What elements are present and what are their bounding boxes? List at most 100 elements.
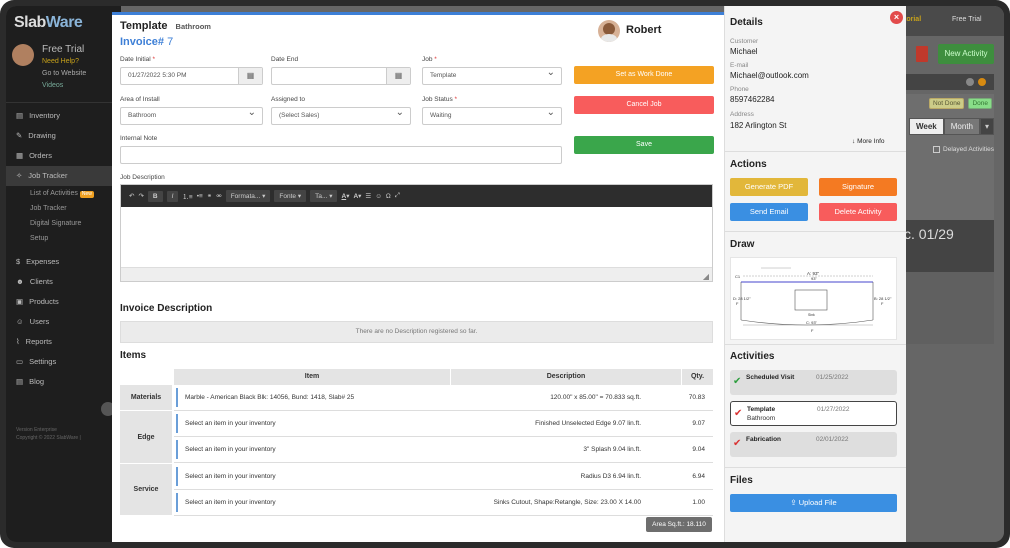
sidebar-item-expenses[interactable]: $ Expenses	[6, 252, 121, 272]
bullet-list-icon[interactable]: •≡	[197, 193, 203, 200]
date-end-input[interactable]: ▦	[271, 67, 411, 85]
actions-title: Actions	[730, 159, 767, 170]
send-email-button[interactable]: Send Email	[730, 203, 808, 221]
sidebar-subitem-activities[interactable]: List of Activities New	[6, 186, 121, 201]
sidebar-item-products[interactable]: ▣ Products	[6, 292, 121, 312]
activity-item-selected[interactable]: ✔ Template Bathroom 01/27/2022	[730, 401, 897, 426]
calendar-icon[interactable]: ▦	[238, 68, 262, 84]
bg-color-icon[interactable]: A▾	[353, 192, 361, 200]
sidebar-item-reports[interactable]: ⌇ Reports	[6, 332, 121, 352]
sidebar-item-orders[interactable]: ▦ Orders	[6, 146, 121, 166]
calendar-icon[interactable]: ▦	[386, 68, 410, 84]
editor-area[interactable]	[121, 207, 712, 267]
videos-link[interactable]: Videos	[42, 82, 63, 89]
delayed-activities-checkbox[interactable]: Delayed Activities	[933, 146, 994, 153]
invoice-description-empty: There are no Description registered so f…	[120, 321, 713, 343]
reports-icon: ⌇	[16, 337, 20, 346]
table-row[interactable]: Marble - American Black Blk: 14056, Bund…	[174, 385, 713, 411]
sidebar-item-clients[interactable]: ☻ Clients	[6, 272, 121, 292]
draw-label-sink: Sink	[808, 313, 815, 317]
draw-label-f1: F	[736, 301, 739, 306]
job-select[interactable]: Template	[422, 65, 562, 85]
editor-toolbar: ↶ ↷ B I ⒈≡ •≡ ⚭ ⚮ Formata... ▾ Fonte ▾ T…	[121, 185, 712, 207]
sidebar-item-drawing[interactable]: ✎ Drawing	[6, 126, 121, 146]
table-row[interactable]: Select an item in your inventory Sinks Cu…	[174, 490, 713, 516]
col-description: Description	[451, 369, 681, 385]
sidebar-item-settings[interactable]: ▭ Settings	[6, 352, 121, 372]
area-select[interactable]: Bathroom	[120, 105, 263, 125]
italic-icon[interactable]: I	[166, 190, 179, 202]
fullscreen-icon[interactable]: ⤢	[395, 192, 400, 200]
upload-file-button[interactable]: ⇪ Upload File	[730, 494, 897, 512]
activity-item[interactable]: ✔ Scheduled Visit 01/25/2022	[730, 370, 897, 395]
sidebar-item-users[interactable]: ☺ Users	[6, 312, 121, 332]
sidebar-item-blog[interactable]: ▤ Blog	[6, 372, 121, 392]
customer-value: Michael	[730, 47, 758, 56]
unlink-icon[interactable]: ⚮	[216, 192, 221, 200]
emoji-icon[interactable]: ☺	[375, 193, 382, 200]
phone-value: 8597462284	[730, 95, 775, 104]
user-panel: Free Trial Need Help? Go to Website Vide…	[10, 40, 120, 98]
top-user-name[interactable]: Free Trial	[952, 16, 982, 23]
table-row[interactable]: Select an item in your inventory Finished…	[174, 411, 713, 437]
go-to-website-link[interactable]: Go to Website	[42, 70, 86, 77]
horizontal-rule-icon[interactable]: ☰	[365, 192, 371, 200]
invoice-number[interactable]: Invoice# 7	[120, 36, 173, 48]
done-filter[interactable]: Done	[968, 98, 992, 109]
cancel-job-button[interactable]: Cancel Job	[574, 96, 714, 114]
status-select[interactable]: Waiting	[422, 105, 562, 125]
sidebar-subitem-digital-signature[interactable]: Digital Signature	[6, 216, 121, 231]
modal-title: Template Bathroom	[120, 20, 211, 32]
view-dropdown[interactable]: ▾	[979, 118, 994, 135]
font-dropdown[interactable]: Fonte ▾	[274, 190, 307, 202]
text-color-icon[interactable]: A▾	[341, 192, 349, 200]
close-icon[interactable]: ×	[890, 11, 903, 24]
draw-label-c1: C1	[735, 274, 741, 279]
assigned-select[interactable]: (Select Sales)	[271, 105, 411, 125]
size-dropdown[interactable]: Ta... ▾	[310, 190, 338, 202]
sidebar-subitem-job-tracker[interactable]: Job Tracker	[6, 201, 121, 216]
new-activity-button[interactable]: New Activity	[938, 44, 994, 64]
resize-handle-icon[interactable]: ◢	[703, 272, 709, 281]
drawing-preview[interactable]: A: 93" 93" C1 D: 28 1/2" F B: 28 1/2" F …	[730, 257, 897, 340]
status-filters: Not Done Done	[928, 98, 992, 109]
week-view-button[interactable]: Week	[908, 118, 944, 135]
delete-activity-button[interactable]: Delete Activity	[819, 203, 897, 221]
calendar-view-toggle: Week Month ▾	[908, 118, 994, 135]
internal-note-input[interactable]	[120, 146, 562, 164]
save-button[interactable]: Save	[574, 136, 714, 154]
more-info-link[interactable]: ↓ More Info	[852, 138, 885, 145]
link-icon[interactable]: ⚭	[207, 192, 212, 200]
sidebar-subitem-setup[interactable]: Setup	[6, 231, 121, 246]
signature-button[interactable]: Signature	[819, 178, 897, 196]
set-work-done-button[interactable]: Set as Work Done	[574, 66, 714, 84]
numbered-list-icon[interactable]: ⒈≡	[182, 191, 192, 201]
date-initial-input[interactable]: 01/27/2022 5:30 PM ▦	[120, 67, 263, 85]
table-row[interactable]: Select an item in your inventory Radius D…	[174, 464, 713, 490]
details-title: Details	[730, 17, 763, 28]
pdf-icon[interactable]	[916, 46, 928, 62]
undo-icon[interactable]: ↶	[129, 192, 134, 200]
need-help-link[interactable]: Need Help?	[42, 58, 79, 65]
month-view-button[interactable]: Month	[943, 118, 980, 135]
draw-label-c: C: 93"	[806, 320, 818, 325]
format-dropdown[interactable]: Formata... ▾	[225, 190, 271, 202]
generate-pdf-button[interactable]: Generate PDF	[730, 178, 808, 196]
not-done-filter[interactable]: Not Done	[928, 98, 965, 109]
clients-icon: ☻	[16, 277, 24, 286]
bold-icon[interactable]: B	[147, 190, 163, 202]
activity-item[interactable]: ✔ Fabrication 02/01/2022	[730, 432, 897, 457]
check-icon: ✔	[733, 438, 742, 449]
special-char-icon[interactable]: Ω	[386, 193, 391, 200]
job-description-label: Job Description	[120, 174, 165, 181]
sidebar-item-inventory[interactable]: ▤ Inventory	[6, 106, 121, 126]
job-description-editor: ↶ ↷ B I ⒈≡ •≡ ⚭ ⚮ Formata... ▾ Fonte ▾ T…	[120, 184, 713, 282]
redo-icon[interactable]: ↷	[138, 192, 143, 200]
products-icon: ▣	[16, 297, 24, 306]
countertop-drawing: A: 93" 93" C1 D: 28 1/2" F B: 28 1/2" F …	[733, 267, 892, 333]
draw-label-a2: 93"	[811, 276, 817, 281]
table-row[interactable]: Select an item in your inventory 3" Splas…	[174, 437, 713, 463]
editor-resize-bar[interactable]: ◢	[121, 267, 712, 281]
sidebar-item-job-tracker[interactable]: ✧ Job Tracker	[6, 166, 121, 186]
job-label: Job *	[422, 56, 437, 63]
